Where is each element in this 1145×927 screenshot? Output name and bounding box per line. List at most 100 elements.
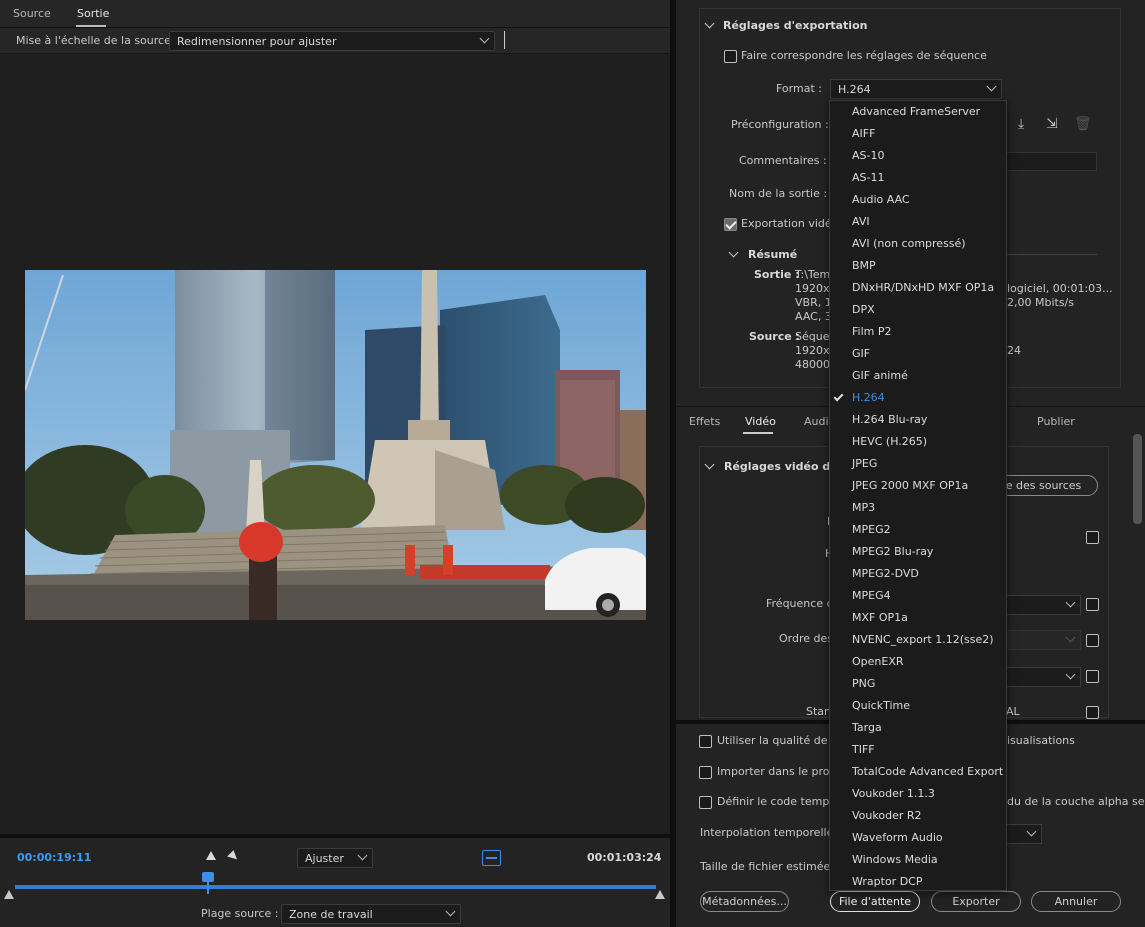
import-preset-icon[interactable]: ⇲ (1046, 116, 1058, 132)
use-previews-label: isualisations (1007, 734, 1075, 747)
metadata-button[interactable]: Métadonnées... (700, 891, 789, 912)
max-quality-checkbox[interactable] (699, 735, 712, 748)
playhead-line (207, 882, 209, 894)
format-option[interactable]: BMP (852, 259, 876, 272)
format-option[interactable]: Voukoder R2 (852, 809, 922, 822)
queue-button[interactable]: File d'attente (830, 891, 920, 912)
import-project-label: Importer dans le proje (717, 765, 840, 778)
format-label: Format : (776, 82, 822, 95)
format-option[interactable]: MPEG2 Blu-ray (852, 545, 933, 558)
zoom-select[interactable]: Ajuster (297, 848, 373, 868)
match-sequence-checkbox[interactable] (724, 50, 737, 63)
chevron-down-icon (1065, 669, 1076, 680)
start-timecode-label: Définir le code tempo (717, 795, 837, 808)
format-option[interactable]: JPEG 2000 MXF OP1a (852, 479, 968, 492)
summary-output-line: T:\Tem (795, 268, 831, 281)
settings-scrollbar[interactable] (1133, 434, 1142, 524)
set-out-point-icon[interactable] (227, 850, 240, 863)
format-option[interactable]: HEVC (H.265) (852, 435, 927, 448)
comments-label: Commentaires : (739, 154, 827, 167)
format-option[interactable]: TotalCode Advanced Export (852, 765, 1003, 778)
format-option[interactable]: TIFF (852, 743, 875, 756)
aspect-correction-icon[interactable] (482, 850, 501, 866)
save-preset-icon[interactable]: ⤓ (1018, 116, 1024, 132)
format-option[interactable]: Waveform Audio (852, 831, 943, 844)
format-option[interactable]: AVI (non compressé) (852, 237, 966, 250)
format-select[interactable]: H.264 (830, 79, 1002, 99)
format-option[interactable]: Audio AAC (852, 193, 910, 206)
chevron-down-icon (986, 81, 997, 92)
field-order-label: Ordre des (779, 632, 833, 645)
chevron-down-icon (1065, 632, 1076, 643)
format-option[interactable]: JPEG (852, 457, 877, 470)
frame-rate-select[interactable] (1006, 595, 1081, 615)
format-option[interactable]: H.264 Blu-ray (852, 413, 927, 426)
format-option[interactable]: Wraptor DCP (852, 875, 922, 888)
export-preview-panel: Source Sortie Mise à l'échelle de la sou… (0, 0, 672, 927)
aspect-checkbox[interactable] (1086, 670, 1099, 683)
format-option[interactable]: GIF animé (852, 369, 908, 382)
format-option[interactable]: AVI (852, 215, 870, 228)
start-timecode-checkbox[interactable] (699, 796, 712, 809)
format-option[interactable]: MP3 (852, 501, 875, 514)
format-option[interactable]: MPEG2 (852, 523, 891, 536)
export-settings-title: Réglages d'exportation (723, 19, 868, 32)
time-interpolation-label: Interpolation temporelle : (700, 826, 841, 839)
work-area-bar[interactable] (15, 885, 656, 889)
source-range-select[interactable]: Zone de travail (281, 904, 461, 924)
format-option[interactable]: OpenEXR (852, 655, 904, 668)
format-option[interactable]: NVENC_export 1.12(sse2) (852, 633, 994, 646)
tab-source[interactable]: Source (13, 7, 51, 20)
format-option[interactable]: H.264 (852, 391, 885, 404)
format-option[interactable]: MPEG4 (852, 589, 891, 602)
tab-video[interactable]: Vidéo (745, 415, 776, 428)
max-quality-label: Utiliser la qualité de re (717, 734, 843, 747)
current-timecode[interactable]: 00:00:19:11 (17, 851, 91, 864)
metadata-button-label: Métadonnées... (702, 895, 787, 908)
tab-output[interactable]: Sortie (77, 7, 109, 20)
tab-publish[interactable]: Publier (1037, 415, 1075, 428)
format-option[interactable]: MPEG2-DVD (852, 567, 919, 580)
field-order-checkbox[interactable] (1086, 634, 1099, 647)
format-option[interactable]: Advanced FrameServer (852, 105, 980, 118)
tab-effects[interactable]: Effets (689, 415, 720, 428)
tv-standard-checkbox[interactable] (1086, 706, 1099, 719)
field-order-select[interactable] (1006, 630, 1081, 650)
frame-rate-checkbox[interactable] (1086, 598, 1099, 611)
cancel-button-label: Annuler (1054, 895, 1098, 908)
format-option[interactable]: AS-11 (852, 171, 884, 184)
format-option[interactable]: Film P2 (852, 325, 891, 338)
set-in-point-icon[interactable] (206, 851, 216, 860)
time-interpolation-select[interactable] (1006, 824, 1042, 844)
comments-input[interactable] (1006, 152, 1097, 171)
export-video-checkbox[interactable] (724, 218, 737, 231)
video-preview-frame (25, 270, 646, 620)
format-option[interactable]: PNG (852, 677, 875, 690)
export-button[interactable]: Exporter (931, 891, 1021, 912)
alpha-only-label: du de la couche alpha seule (1007, 795, 1145, 808)
format-option[interactable]: Windows Media (852, 853, 938, 866)
source-scaling-select[interactable]: Redimensionner pour ajuster (169, 31, 495, 51)
format-option[interactable]: QuickTime (852, 699, 910, 712)
format-option[interactable]: GIF (852, 347, 870, 360)
in-point-marker[interactable] (4, 890, 14, 899)
cancel-button[interactable]: Annuler (1031, 891, 1121, 912)
format-option[interactable]: MXF OP1a (852, 611, 908, 624)
active-tab-underline (743, 432, 773, 434)
queue-button-label: File d'attente (838, 895, 912, 908)
preset-label: Préconfiguration : (731, 118, 829, 131)
format-option[interactable]: DNxHR/DNxHD MXF OP1a (852, 281, 994, 294)
checkmark-icon (833, 391, 844, 402)
format-option[interactable]: Voukoder 1.1.3 (852, 787, 935, 800)
playhead[interactable] (202, 872, 214, 882)
width-height-checkbox[interactable] (1086, 531, 1099, 544)
out-point-marker[interactable] (655, 890, 665, 899)
delete-preset-icon[interactable]: 🗑 (1074, 116, 1092, 132)
match-sequence-label: Faire correspondre les réglages de séque… (741, 49, 987, 62)
format-option[interactable]: DPX (852, 303, 875, 316)
format-option[interactable]: AS-10 (852, 149, 884, 162)
format-option[interactable]: AIFF (852, 127, 875, 140)
import-project-checkbox[interactable] (699, 766, 712, 779)
format-option[interactable]: Targa (852, 721, 882, 734)
aspect-select[interactable] (1006, 667, 1081, 687)
